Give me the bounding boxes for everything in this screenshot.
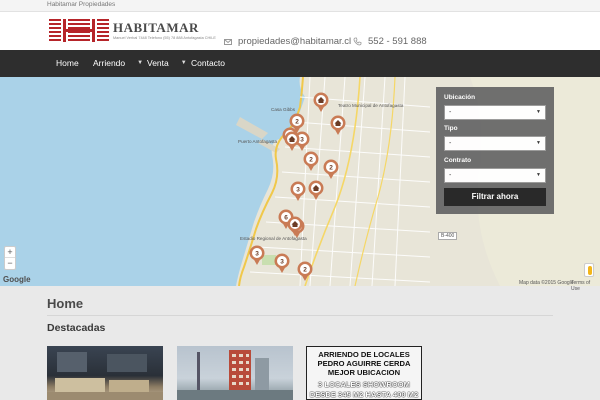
nav-item-label: Arriendo — [93, 58, 126, 68]
map-cluster-marker[interactable]: 2 — [303, 151, 319, 172]
main-nav: Home Arriendo ▼ Venta ▼ Contacto — [0, 50, 600, 77]
marker-count: 6 — [284, 214, 288, 221]
building-image — [177, 350, 293, 400]
marker-count: 2 — [303, 266, 307, 273]
house-marker-icon[interactable] — [330, 115, 346, 136]
nav-item-venta[interactable]: Venta ▼ — [147, 50, 187, 77]
contrato-value: - — [449, 172, 452, 179]
nav-item-contacto[interactable]: Contacto — [191, 50, 225, 77]
zoom-control: + − — [4, 246, 16, 270]
marker-count: 3 — [296, 186, 300, 193]
map-data-attribution: Map data ©2015 Google — [519, 280, 574, 286]
living-room-image — [47, 352, 163, 400]
map-cluster-marker[interactable]: 2 — [297, 261, 313, 282]
zoom-in-button[interactable]: + — [5, 247, 15, 258]
tipo-label: Tipo — [444, 125, 458, 132]
nav-item-label: Home — [56, 58, 79, 68]
ubicacion-select[interactable]: - ▼ — [444, 105, 546, 120]
house-marker-icon[interactable] — [308, 180, 324, 201]
google-logo: Google — [3, 275, 31, 284]
contact-email[interactable]: propiedades@habitamar.cl — [224, 36, 351, 47]
tipo-value: - — [449, 140, 452, 147]
marker-count: 2 — [329, 164, 333, 171]
top-bar: Habitamar Propiedades — [0, 0, 600, 12]
page-title: Home — [47, 296, 84, 311]
marker-count: 2 — [295, 118, 299, 125]
contrato-label: Contrato — [444, 157, 472, 164]
nav-item-label: Venta — [147, 58, 169, 68]
contrato-select[interactable]: - ▼ — [444, 168, 546, 183]
contact-phone[interactable]: 552 - 591 888 — [353, 36, 427, 47]
marker-count: 3 — [280, 258, 284, 265]
nav-item-arriendo[interactable]: Arriendo ▼ — [93, 50, 143, 77]
habitamar-logo-icon — [47, 17, 111, 45]
nav-item-label: Contacto — [191, 58, 226, 68]
chevron-down-icon: ▼ — [536, 172, 541, 178]
map-cluster-marker[interactable]: 3 — [274, 253, 290, 274]
zoom-out-button[interactable]: − — [5, 258, 15, 269]
filter-submit-button[interactable]: Filtrar ahora — [444, 188, 546, 206]
featured-property-3[interactable]: ARRIENDO DE LOCALES PEDRO AGUIRRE CERDA … — [306, 346, 422, 400]
ad-line-1: ARRIENDO DE LOCALES — [318, 350, 410, 359]
marker-count: 3 — [300, 136, 304, 143]
marker-count: 3 — [255, 250, 259, 257]
chevron-down-icon: ▼ — [536, 109, 541, 115]
ad-line-4: 3 LOCALES SHOWROOM — [318, 380, 410, 389]
terms-link[interactable]: Terms of Use — [571, 280, 600, 292]
featured-property-1[interactable] — [47, 346, 163, 400]
nav-item-home[interactable]: Home — [56, 50, 79, 77]
house-marker-icon[interactable] — [284, 131, 300, 152]
house-marker-icon[interactable] — [287, 216, 303, 237]
ad-line-3: MEJOR UBICACION — [327, 368, 401, 377]
ubicacion-label: Ubicación — [444, 94, 476, 101]
phone-text: 552 - 591 888 — [368, 36, 427, 47]
section-title: Destacadas — [47, 322, 106, 334]
ad-line-2: PEDRO AGUIRRE CERDA — [317, 359, 411, 368]
map-cluster-marker[interactable]: 2 — [323, 159, 339, 180]
logo[interactable]: HABITAMAR Manuel Verbal 7448 Telefono (5… — [47, 17, 216, 47]
pegman-icon[interactable] — [584, 263, 594, 277]
ad-line-5: DESDE 345 M2 HASTA 400 M2 — [309, 390, 419, 399]
envelope-icon — [224, 38, 232, 45]
marker-count: 2 — [309, 156, 313, 163]
map-cluster-marker[interactable]: 3 — [249, 245, 265, 266]
phone-icon — [353, 37, 362, 46]
filter-panel: Ubicación - ▼ Tipo - ▼ Contrato - ▼ Filt… — [436, 87, 554, 214]
ubicacion-value: - — [449, 109, 452, 116]
tipo-select[interactable]: - ▼ — [444, 136, 546, 151]
house-marker-icon[interactable] — [313, 92, 329, 113]
map-cluster-marker[interactable]: 3 — [290, 181, 306, 202]
road-badge: B-400 — [438, 232, 458, 240]
divider — [47, 315, 553, 316]
site-name: Habitamar Propiedades — [47, 1, 116, 8]
logo-subtitle: Manuel Verbal 7448 Telefono (55) 78 888 … — [113, 36, 216, 40]
header: HABITAMAR Manuel Verbal 7448 Telefono (5… — [0, 12, 600, 50]
chevron-down-icon: ▼ — [137, 60, 144, 66]
logo-title: HABITAMAR — [113, 20, 199, 35]
chevron-down-icon: ▼ — [180, 60, 187, 66]
chevron-down-icon: ▼ — [536, 140, 541, 146]
featured-property-2[interactable] — [177, 346, 293, 400]
email-text: propiedades@habitamar.cl — [238, 36, 352, 47]
